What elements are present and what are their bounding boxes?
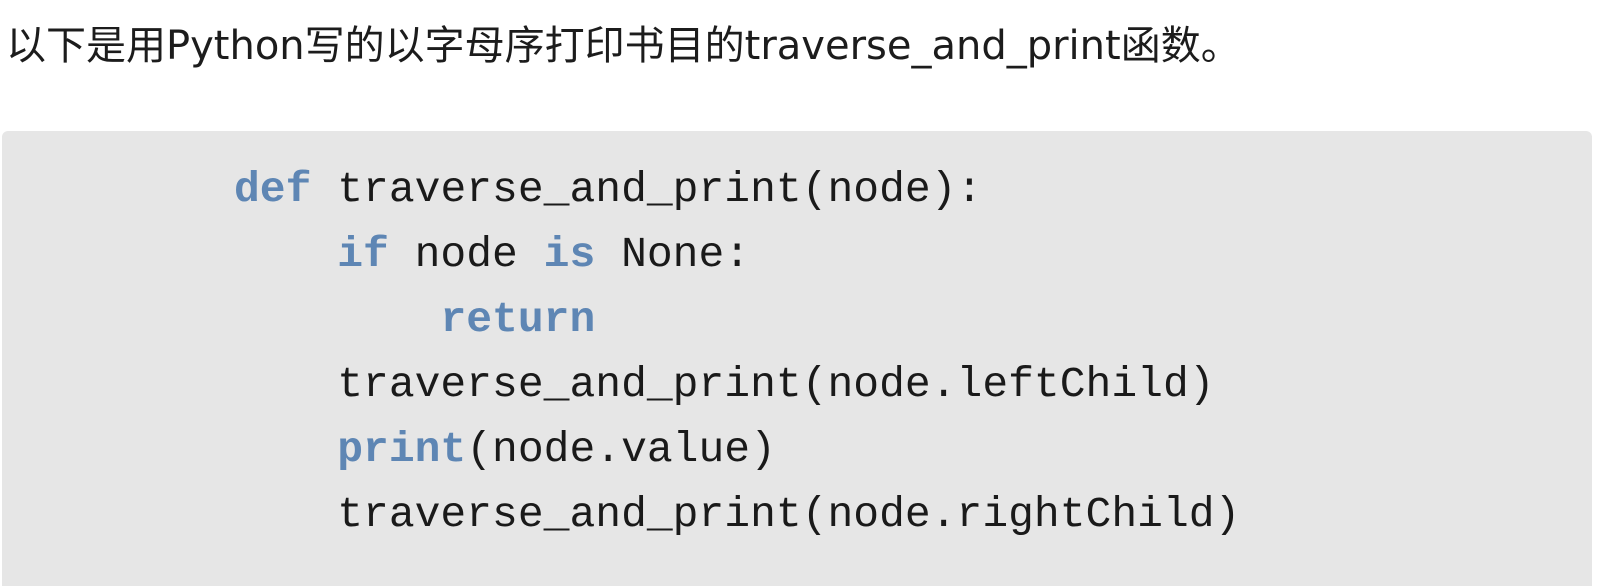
- code-text: node: [388, 230, 544, 279]
- page: 以下是用Python写的以字母序打印书目的traverse_and_print函…: [0, 0, 1598, 586]
- intro-paragraph: 以下是用Python写的以字母序打印书目的traverse_and_print函…: [6, 23, 1241, 69]
- keyword-is: is: [543, 230, 596, 279]
- code-block: def traverse_and_print(node): if node is…: [2, 131, 1592, 586]
- code-line-if: if node is None:: [234, 223, 750, 287]
- code-line-traverse-left: traverse_and_print(node.leftChild): [234, 353, 1215, 417]
- code-line-traverse-right: traverse_and_print(node.rightChild): [234, 483, 1240, 547]
- code-text: traverse_and_print(node.leftChild): [337, 360, 1215, 409]
- code-text: None:: [595, 230, 751, 279]
- keyword-def: def: [234, 165, 312, 214]
- code-line-return: return: [234, 288, 595, 352]
- code-text: traverse_and_print(node):: [311, 165, 983, 214]
- code-line-print: print(node.value): [234, 418, 776, 482]
- code-text: (node.value): [466, 425, 776, 474]
- code-line-def: def traverse_and_print(node):: [234, 158, 982, 222]
- code-text: traverse_and_print(node.rightChild): [337, 490, 1241, 539]
- keyword-return: return: [440, 295, 596, 344]
- keyword-print: print: [337, 425, 467, 474]
- keyword-if: if: [337, 230, 389, 279]
